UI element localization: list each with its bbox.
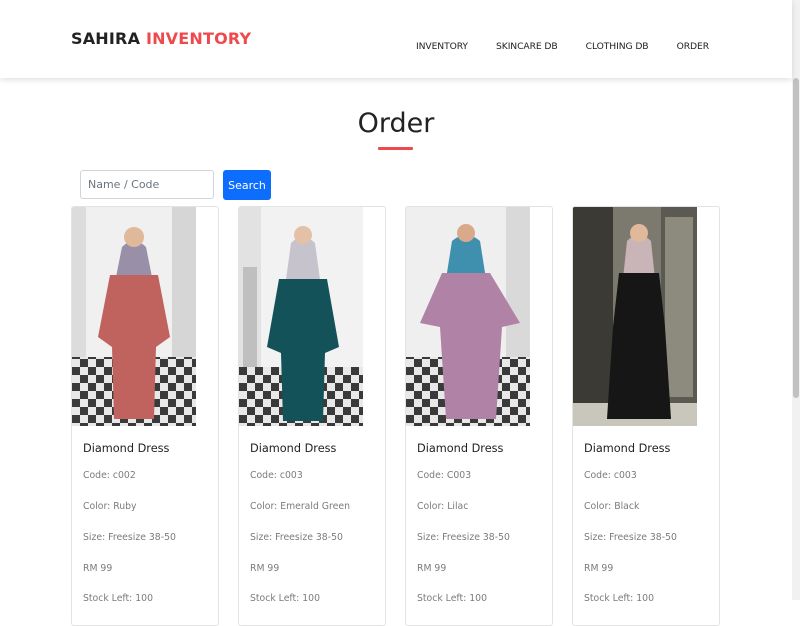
product-name: Diamond Dress	[584, 442, 671, 455]
product-name: Diamond Dress	[83, 442, 170, 455]
product-color: Color: Black	[584, 501, 640, 512]
product-image[interactable]	[573, 207, 697, 426]
product-code: Code: c003	[250, 470, 303, 481]
product-size: Size: Freesize 38-50	[584, 532, 677, 543]
nav-menu: INVENTORY SKINCARE DB CLOTHING DB ORDER	[393, 34, 709, 53]
product-color: Color: Lilac	[417, 501, 469, 512]
search-button[interactable]: Search	[223, 170, 271, 200]
product-color: Color: Emerald Green	[250, 501, 350, 512]
product-stock: Stock Left: 100	[250, 593, 321, 604]
brand-logo[interactable]: SAHIRA INVENTORY	[71, 29, 251, 48]
nav-link-clothing-db[interactable]: CLOTHING DB	[586, 41, 649, 52]
product-card[interactable]: Diamond Dress Code: c002 Color: Ruby Siz…	[71, 206, 219, 626]
brand-accent: INVENTORY	[145, 29, 252, 48]
product-price: RM 99	[83, 563, 113, 574]
product-code: Code: c003	[584, 470, 637, 481]
search-input[interactable]	[80, 170, 214, 199]
product-stock: Stock Left: 100	[83, 593, 154, 604]
product-name: Diamond Dress	[250, 442, 337, 455]
scrollbar-thumb[interactable]	[793, 78, 799, 398]
product-price: RM 99	[584, 563, 614, 574]
product-color: Color: Ruby	[83, 501, 137, 512]
product-size: Size: Freesize 38-50	[250, 532, 343, 543]
product-stock: Stock Left: 100	[584, 593, 655, 604]
product-name: Diamond Dress	[417, 442, 504, 455]
product-card[interactable]: Diamond Dress Code: C003 Color: Lilac Si…	[405, 206, 553, 626]
nav-link-skincare-db[interactable]: SKINCARE DB	[496, 41, 558, 52]
product-price: RM 99	[417, 563, 447, 574]
navbar: SAHIRA INVENTORY INVENTORY SKINCARE DB C…	[0, 0, 792, 78]
product-image[interactable]	[239, 207, 363, 426]
product-image[interactable]	[72, 207, 196, 426]
product-code: Code: c002	[83, 470, 136, 481]
product-price: RM 99	[250, 563, 280, 574]
nav-link-inventory[interactable]: INVENTORY	[416, 41, 468, 52]
product-image[interactable]	[406, 207, 530, 426]
page-title: Order	[357, 108, 435, 139]
product-size: Size: Freesize 38-50	[83, 532, 176, 543]
product-stock: Stock Left: 100	[417, 593, 488, 604]
page-scrollbar[interactable]	[792, 0, 800, 600]
product-card[interactable]: Diamond Dress Code: c003 Color: Emerald …	[238, 206, 386, 626]
nav-link-order[interactable]: ORDER	[677, 41, 709, 52]
product-card[interactable]: Diamond Dress Code: c003 Color: Black Si…	[572, 206, 720, 626]
product-code: Code: C003	[417, 470, 472, 481]
product-size: Size: Freesize 38-50	[417, 532, 510, 543]
title-underline	[378, 147, 413, 150]
brand-name: SAHIRA	[71, 29, 146, 48]
